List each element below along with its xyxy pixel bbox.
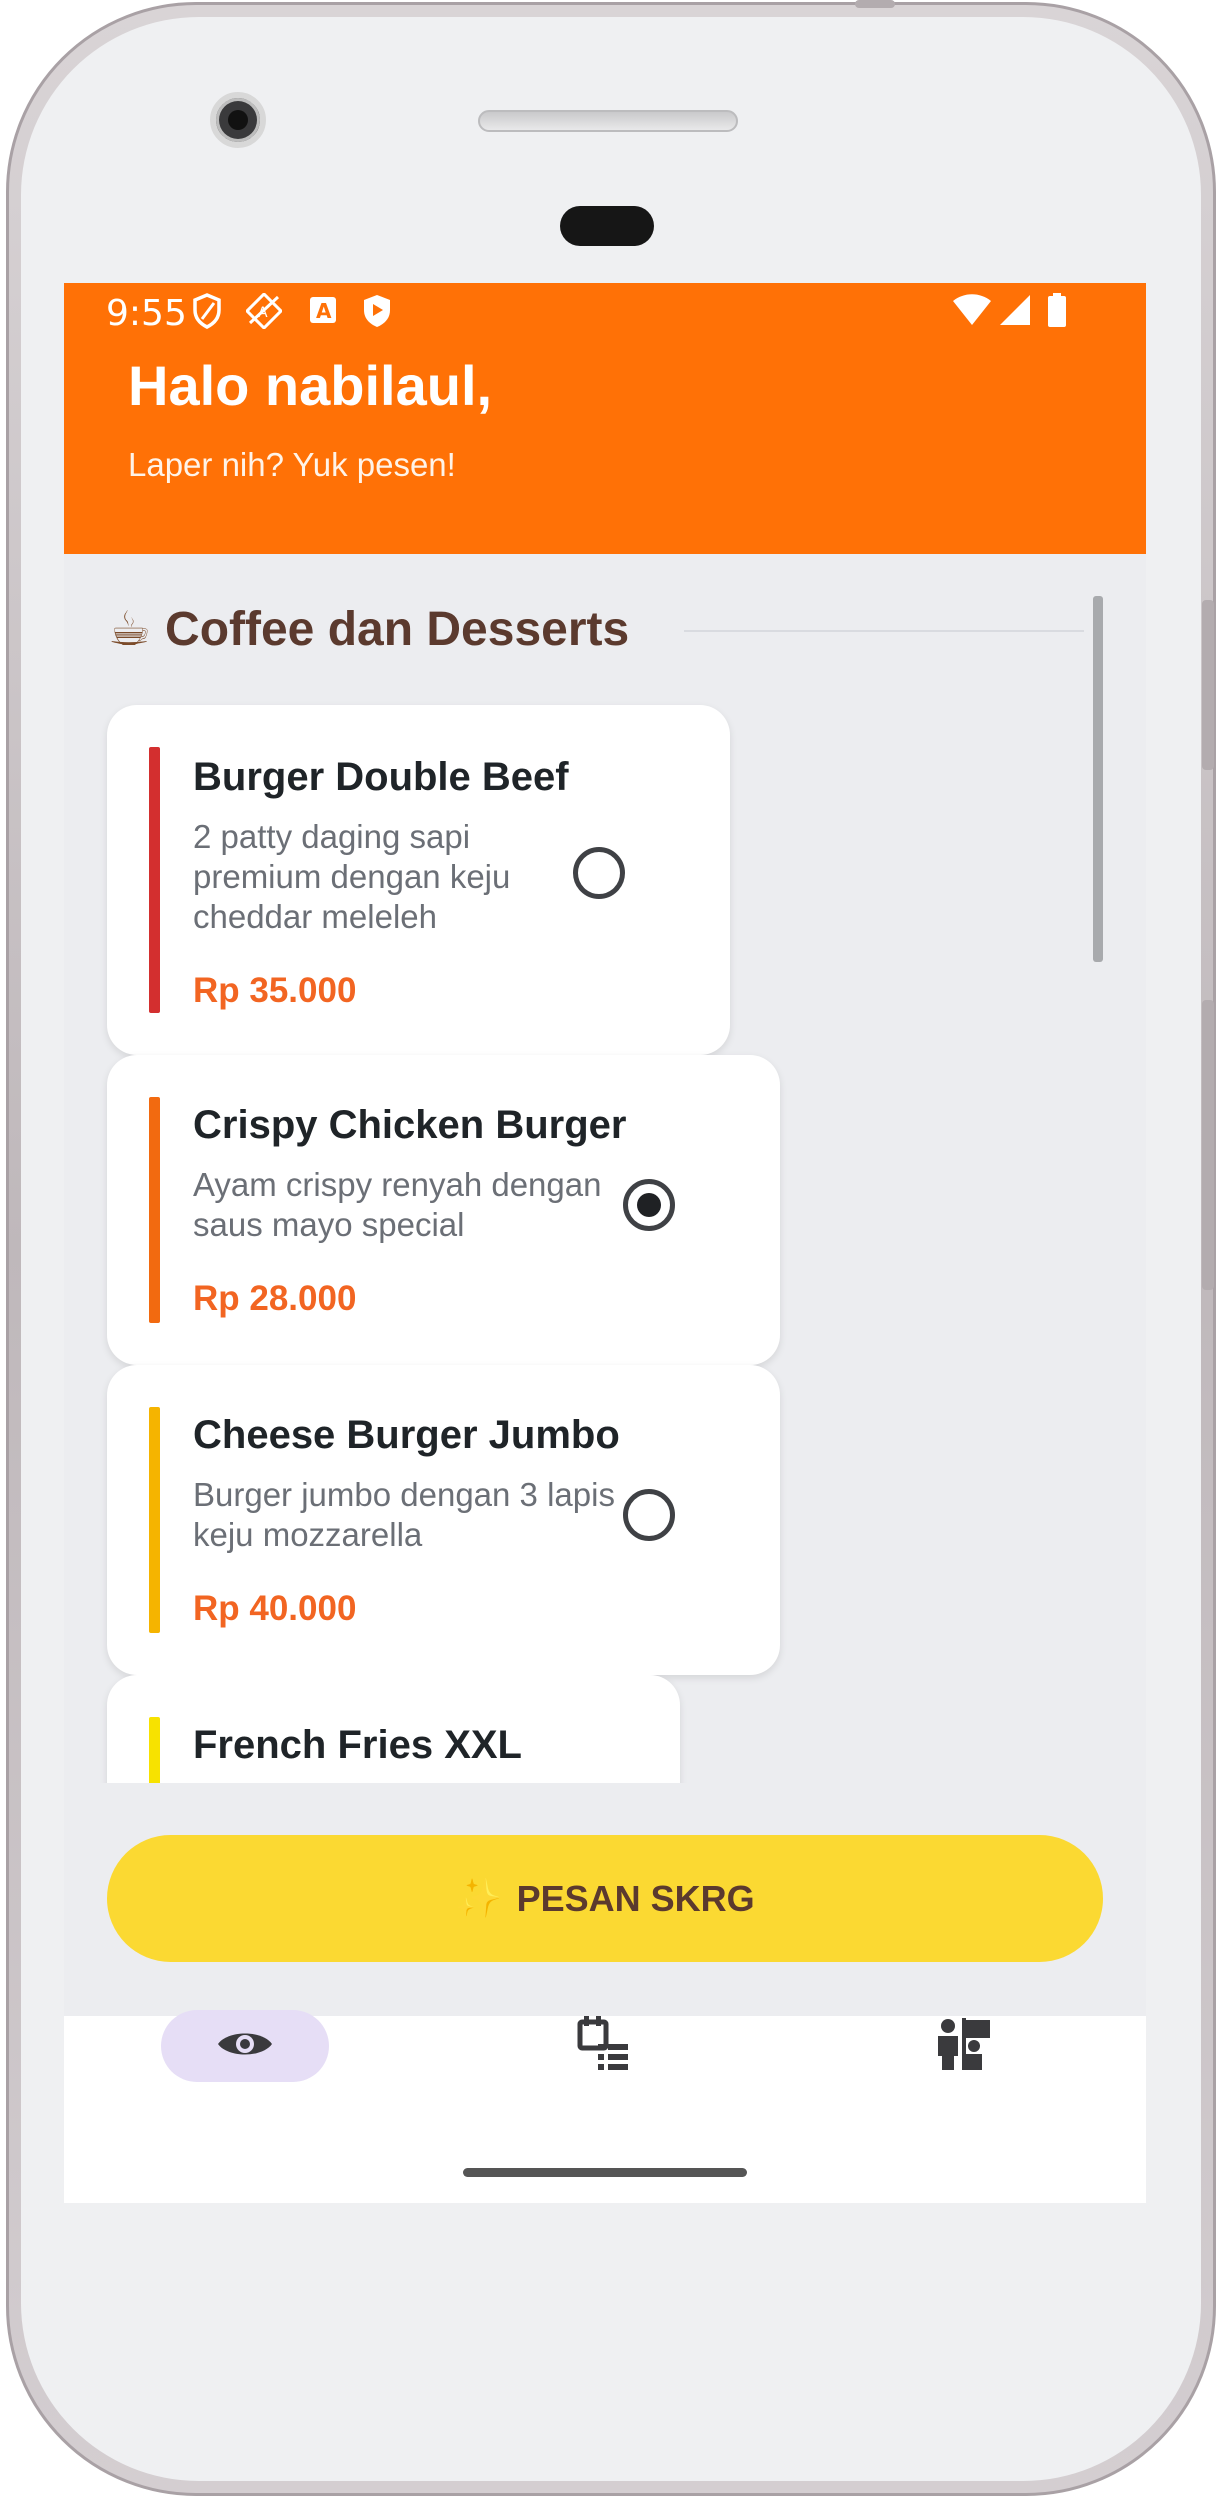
order-now-button[interactable]: ✨ PESAN SKRG bbox=[107, 1835, 1103, 1962]
app-screen: 9:55 A A Halo nabilaul, Lape bbox=[64, 283, 1146, 2203]
nav-item-menu[interactable] bbox=[161, 2010, 329, 2082]
side-button-top bbox=[1202, 600, 1214, 770]
menu-item-radio-selected[interactable] bbox=[623, 1179, 675, 1231]
menu-item-price: Rp 28.000 bbox=[193, 1279, 357, 1318]
bottom-navigation bbox=[64, 2010, 1146, 2203]
nav-item-profile[interactable] bbox=[884, 2010, 1044, 2082]
menu-item-description: Ayam crispy renyah dengan saus mayo spec… bbox=[193, 1166, 602, 1243]
menu-list-clip: French Fries XXL bbox=[64, 1675, 1146, 1783]
people-flag-icon bbox=[934, 2016, 994, 2077]
gesture-navigation-bar[interactable] bbox=[463, 2168, 747, 2177]
menu-item-accent bbox=[149, 1717, 160, 1783]
menu-item-price: Rp 35.000 bbox=[193, 971, 357, 1010]
menu-item-card[interactable]: Cheese Burger Jumbo Burger jumbo dengan … bbox=[107, 1365, 780, 1675]
sparkle-icon: ✨ bbox=[455, 1877, 503, 1920]
menu-item-description: 2 patty daging sapi premium dengan keju … bbox=[193, 818, 511, 935]
menu-item-name: French Fries XXL bbox=[193, 1723, 522, 1767]
menu-item-name: Cheese Burger Jumbo bbox=[193, 1413, 620, 1457]
order-button-label: PESAN SKRG bbox=[516, 1877, 755, 1919]
menu-item-radio[interactable] bbox=[573, 847, 625, 899]
menu-item-description: Burger jumbo dengan 3 lapis keju mozzare… bbox=[193, 1476, 615, 1553]
menu-item-accent bbox=[149, 1097, 160, 1323]
front-camera bbox=[210, 92, 266, 148]
menu-item-accent bbox=[149, 1407, 160, 1633]
menu-item-card[interactable]: Crispy Chicken Burger Ayam crispy renyah… bbox=[107, 1055, 780, 1365]
order-list-icon bbox=[576, 2014, 632, 2079]
menu-list: Burger Double Beef 2 patty daging sapi p… bbox=[64, 283, 1146, 1783]
eye-icon bbox=[216, 2027, 274, 2066]
menu-item-accent bbox=[149, 747, 160, 1013]
menu-item-name: Crispy Chicken Burger bbox=[193, 1103, 627, 1147]
side-button-bottom bbox=[1202, 1000, 1214, 1290]
top-edge-button bbox=[855, 0, 895, 8]
menu-item-radio[interactable] bbox=[623, 1489, 675, 1541]
nav-item-orders[interactable] bbox=[524, 2010, 684, 2082]
earpiece-speaker bbox=[478, 110, 738, 132]
menu-item-card[interactable]: Burger Double Beef 2 patty daging sapi p… bbox=[107, 705, 730, 1055]
menu-item-name: Burger Double Beef bbox=[193, 755, 569, 799]
proximity-sensor bbox=[560, 206, 654, 246]
menu-item-price: Rp 40.000 bbox=[193, 1589, 357, 1628]
menu-item-card[interactable]: French Fries XXL bbox=[107, 1675, 680, 1783]
